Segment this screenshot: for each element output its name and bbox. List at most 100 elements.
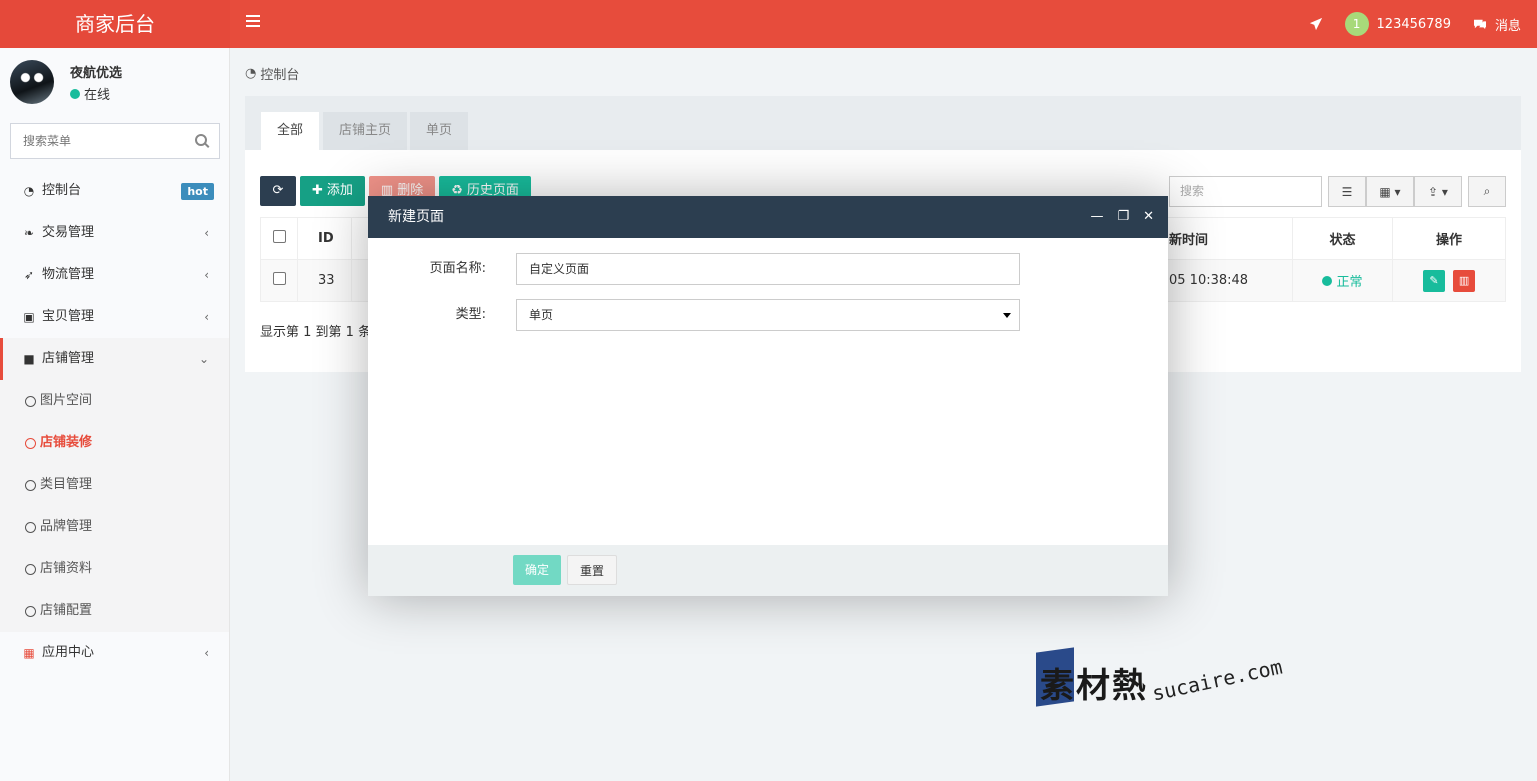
toggle-view-button[interactable]: ☰ (1328, 176, 1366, 207)
sidebar-subitem-images[interactable]: 图片空间 (0, 380, 229, 422)
tabs-bar: 全部 店铺主页 单页 (245, 96, 1521, 150)
online-dot-icon (70, 88, 80, 99)
select-all-checkbox[interactable] (272, 230, 286, 243)
tab-single-page[interactable]: 单页 (410, 112, 469, 150)
sidebar-item-logistics[interactable]: ➶ 物流管理 ‹ (0, 254, 229, 296)
user-status-label: 在线 (84, 88, 111, 103)
type-select[interactable]: 单页 (516, 299, 1020, 331)
search-icon: ⌕ (1483, 184, 1491, 198)
table-tools: 搜索 ☰ ▦ ▾ ⇪ ▾ ⌕ (1169, 176, 1506, 207)
add-button[interactable]: ✚ 添加 (300, 176, 365, 206)
col-id[interactable]: ID (297, 217, 352, 260)
dialog-header[interactable]: 新建页面 — ❐ ✕ (368, 196, 1168, 238)
sidebar-item-goods[interactable]: ▣ 宝贝管理 ‹ (0, 296, 229, 338)
leaf-icon: ❧ (23, 226, 35, 240)
sidebar-subitem-decoration[interactable]: 店铺装修 (0, 422, 229, 464)
sidebar-subitem-profile[interactable]: 店铺资料 (0, 548, 229, 590)
refresh-icon: ⟳ (272, 183, 284, 198)
edit-button[interactable]: ✎ (1422, 269, 1445, 292)
chevron-left-icon: ‹ (204, 268, 209, 282)
col-time[interactable]: 新时间 (1162, 217, 1293, 260)
sidebar-subitem-category[interactable]: 类目管理 (0, 464, 229, 506)
columns-icon: ▦ ▾ (1379, 184, 1401, 199)
search-button[interactable]: ⌕ (1468, 176, 1506, 207)
status-dot-icon (1322, 275, 1333, 286)
subitem-label: 品牌管理 (40, 519, 93, 534)
shopping-bag-icon: ▣ (23, 310, 35, 324)
user-menu[interactable]: 1 123456789 (1344, 12, 1451, 36)
chevron-down-icon: ⌄ (198, 352, 209, 366)
row-checkbox[interactable] (272, 272, 286, 285)
subitem-label: 类目管理 (40, 477, 93, 492)
circle-icon (25, 395, 36, 407)
circle-icon (25, 437, 36, 449)
add-label: 添加 (326, 183, 353, 198)
paper-plane-icon (1309, 17, 1322, 31)
subitem-label: 店铺配置 (40, 603, 93, 618)
messages-button[interactable]: 消息 (1473, 15, 1521, 34)
sidebar-item-trade[interactable]: ❧ 交易管理 ‹ (0, 212, 229, 254)
chevron-left-icon: ‹ (204, 646, 209, 660)
columns-button[interactable]: ▦ ▾ (1366, 176, 1414, 207)
search-icon[interactable] (195, 134, 207, 146)
chevron-left-icon: ‹ (204, 310, 209, 324)
col-status[interactable]: 状态 (1292, 217, 1393, 260)
type-label: 类型: (455, 307, 486, 322)
send-button[interactable] (1309, 17, 1323, 31)
dashboard-icon: ◔ (245, 66, 257, 81)
sidebar-menu: ◔ 控制台 hot ❧ 交易管理 ‹ ➶ 物流管理 ‹ ▣ 宝贝管理 ‹ ■ 店… (0, 170, 229, 674)
new-page-dialog: 新建页面 — ❐ ✕ 页面名称: 自定义页面 类型: 单页 确定 重置 (368, 196, 1168, 596)
sidebar-item-shop[interactable]: ■ 店铺管理 ⌄ (0, 338, 229, 380)
tab-all[interactable]: 全部 (261, 112, 320, 150)
form-row-type: 类型: 单页 (368, 299, 1168, 331)
circle-icon (25, 479, 36, 491)
dialog-title: 新建页面 (388, 209, 444, 225)
user-panel: 夜航优选 在线 (10, 60, 220, 106)
sidebar-item-label: 店铺管理 (42, 351, 95, 366)
user-avatar (10, 60, 54, 104)
row-ops: ✎ ▥ (1392, 259, 1506, 302)
refresh-button[interactable]: ⟳ (260, 176, 296, 206)
pager-info: 显示第 1 到第 1 条 (260, 325, 372, 340)
breadcrumb: ◔ 控制台 (245, 64, 299, 83)
confirm-button[interactable]: 确定 (513, 555, 562, 585)
export-button[interactable]: ⇪ ▾ (1414, 176, 1462, 207)
sidebar-item-dashboard[interactable]: ◔ 控制台 hot (0, 170, 229, 212)
col-ops: 操作 (1392, 217, 1506, 260)
sidebar: 夜航优选 在线 ◔ 控制台 hot ❧ 交易管理 ‹ ➶ 物流管理 ‹ ▣ 宝贝… (0, 48, 230, 781)
row-id: 33 (297, 259, 352, 302)
table-search-input[interactable]: 搜索 (1169, 176, 1322, 207)
chevron-left-icon: ‹ (204, 226, 209, 240)
subitem-label: 店铺装修 (40, 435, 93, 450)
close-icon[interactable]: ✕ (1143, 196, 1154, 238)
sidebar-subitem-config[interactable]: 店铺配置 (0, 590, 229, 632)
rocket-icon: ➶ (23, 268, 35, 282)
sidebar-subitem-brand[interactable]: 品牌管理 (0, 506, 229, 548)
form-row-name: 页面名称: 自定义页面 (368, 253, 1168, 285)
page-name-input[interactable]: 自定义页面 (516, 253, 1020, 285)
caret-down-icon (1003, 313, 1011, 318)
type-select-value: 单页 (529, 308, 554, 322)
circle-icon (25, 563, 36, 575)
minimize-icon[interactable]: — (1090, 196, 1103, 238)
select-all-cell (260, 217, 298, 260)
breadcrumb-item[interactable]: 控制台 (260, 64, 299, 83)
avatar: 1 (1344, 12, 1369, 36)
user-name: 夜航优选 (70, 66, 123, 81)
hamburger-icon[interactable] (246, 15, 260, 29)
name-label: 页面名称: (429, 261, 486, 276)
maximize-icon[interactable]: ❐ (1117, 196, 1129, 238)
messages-label: 消息 (1494, 18, 1521, 34)
trash-icon: ▥ (1458, 273, 1470, 287)
brand-logo[interactable]: 商家后台 (0, 0, 230, 48)
user-id: 123456789 (1376, 16, 1451, 32)
pencil-icon: ✎ (1429, 273, 1439, 287)
menu-search-input[interactable] (11, 124, 181, 158)
delete-row-button[interactable]: ▥ (1453, 269, 1476, 292)
sidebar-item-label: 应用中心 (42, 645, 95, 660)
circle-icon (25, 605, 36, 617)
watermark-logo: 素材熱 (1040, 666, 1148, 706)
sidebar-item-apps[interactable]: ▦ 应用中心 ‹ (0, 632, 229, 674)
reset-button[interactable]: 重置 (567, 555, 618, 585)
tab-shop-home[interactable]: 店铺主页 (323, 112, 408, 150)
